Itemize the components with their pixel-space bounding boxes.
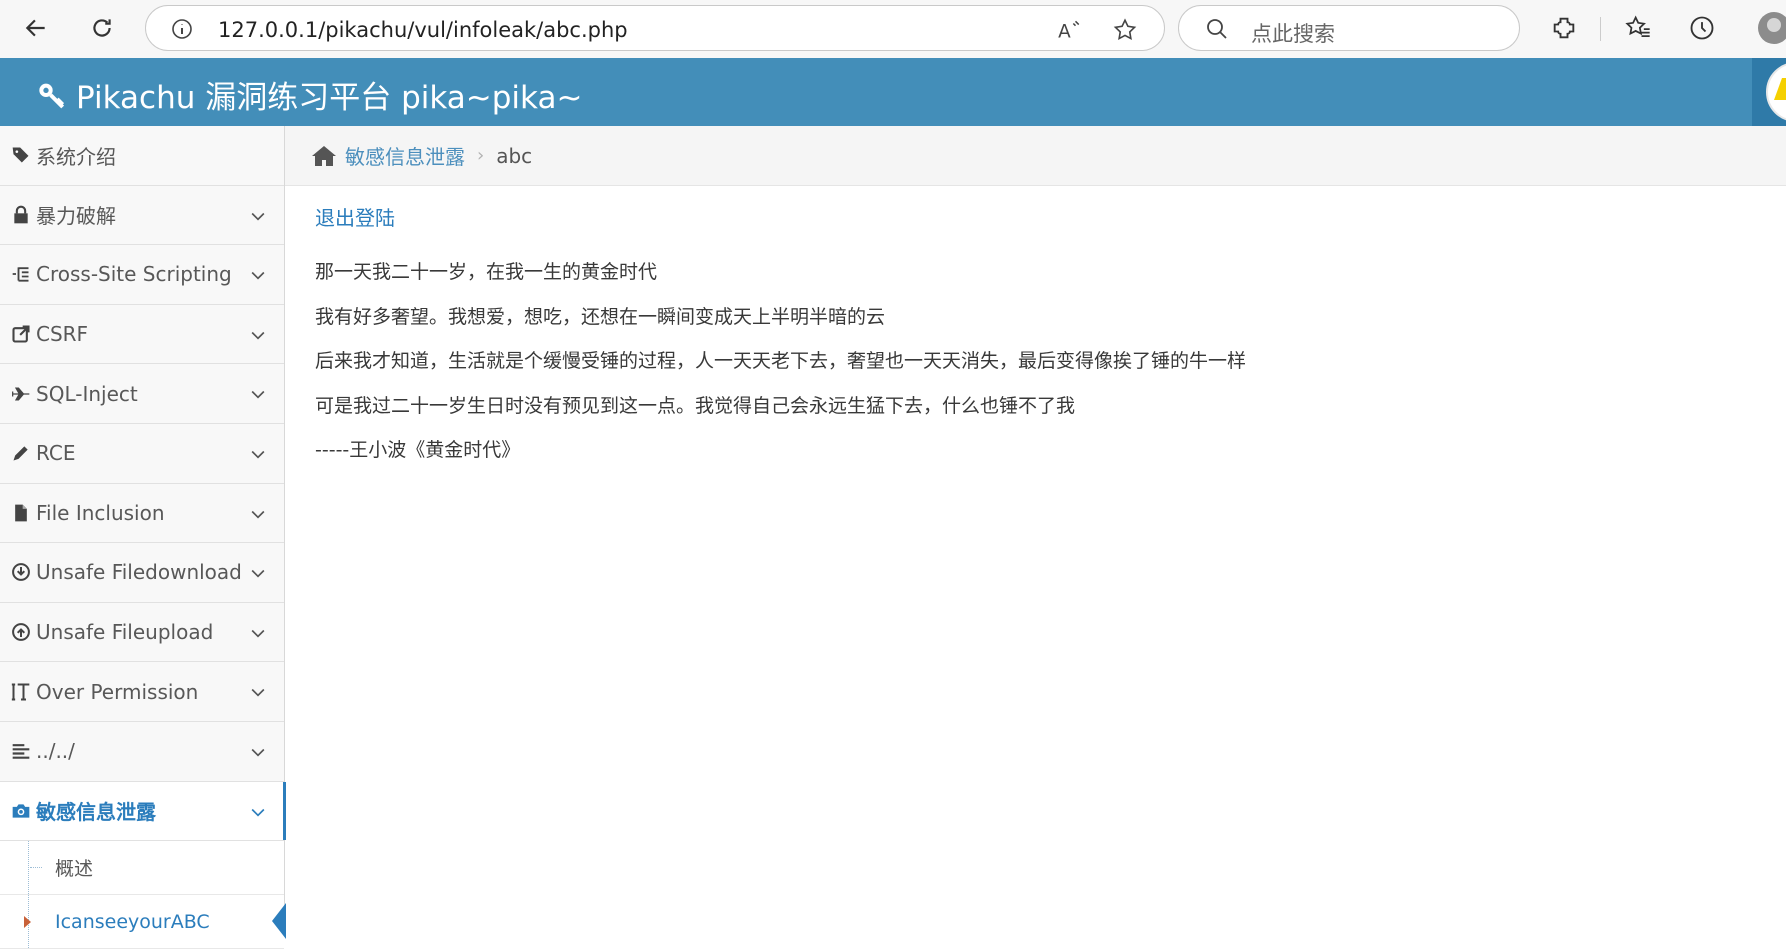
- tree-line: [28, 841, 29, 895]
- breadcrumb: 敏感信息泄露 › abc: [285, 126, 1786, 186]
- chevron-down-icon: [251, 391, 265, 399]
- chevron-down-icon: [251, 748, 265, 757]
- sidebar-item-label: ../../: [36, 739, 75, 764]
- app-title[interactable]: Pikachu 漏洞练习平台 pika~pika~: [36, 72, 582, 117]
- chevron-down-icon: [251, 689, 265, 697]
- reload-icon: [93, 19, 111, 37]
- address-bar[interactable]: 127.0.0.1/pikachu/vul/infoleak/abc.php A: [145, 5, 1165, 51]
- poem-line: 可是我过二十一岁生日时没有预见到这一点。我觉得自己会永远生猛下去，什么也锤不了我: [315, 394, 1076, 417]
- sidebar-item-path-traversal[interactable]: ../../: [0, 721, 284, 782]
- browser-toolbar: 127.0.0.1/pikachu/vul/infoleak/abc.php A…: [0, 0, 1786, 58]
- camera-icon: [10, 800, 32, 822]
- sidebar-item-xss[interactable]: Cross-Site Scripting: [0, 245, 284, 305]
- search-placeholder[interactable]: 点此搜索: [1251, 18, 1335, 48]
- sidebar-subitem-icanseeyourabc[interactable]: IcanseeyourABC: [0, 895, 286, 949]
- plane-icon: [10, 383, 32, 405]
- text-height-icon: [10, 681, 32, 703]
- sidebar-item-label: 暴力破解: [36, 204, 116, 229]
- chevron-down-icon: [251, 212, 265, 221]
- share-icon: [10, 323, 32, 345]
- logout-link[interactable]: 退出登陆: [315, 202, 395, 231]
- poem-line: 后来我才知道，生活就是个缓慢受锤的过程，人一天天老下去，奢望也一天天消失，最后变…: [315, 350, 1247, 372]
- pencil-icon: [10, 442, 32, 464]
- sidebar-item-label: File Inclusion: [36, 500, 165, 525]
- sidebar-item-label: Unsafe Fileupload: [36, 620, 214, 645]
- sidebar-subitem-label: 概述: [55, 858, 94, 881]
- sidebar-item-label: RCE: [36, 441, 76, 466]
- poem-line: 我有好多奢望。我想爱，想吃，还想在一瞬间变成天上半明半暗的云: [315, 305, 886, 328]
- chevron-down-icon: [251, 570, 265, 578]
- lock-icon: [10, 204, 32, 226]
- favorites-icon[interactable]: [1624, 14, 1652, 42]
- active-indicator: [272, 903, 286, 940]
- sidebar-item-label: 系统介绍: [36, 144, 116, 169]
- home-icon[interactable]: [311, 144, 337, 168]
- sidebar-item-brute-force[interactable]: 暴力破解: [0, 185, 284, 246]
- poem-attribution: -----王小波《黄金时代》: [315, 439, 521, 461]
- breadcrumb-current: abc: [496, 143, 533, 168]
- extensions-icon[interactable]: [1550, 14, 1578, 42]
- chevron-down-icon: [251, 510, 265, 519]
- poem-line: 那一天我二十一岁，在我一生的黄金时代: [315, 261, 658, 283]
- sidebar-item-rce[interactable]: RCE: [0, 423, 284, 484]
- app-title-text: Pikachu 漏洞练习平台 pika~pika~: [76, 80, 583, 116]
- info-icon[interactable]: [170, 17, 194, 41]
- sidebar-subitem-label: IcanseeyourABC: [55, 910, 210, 933]
- download-icon: [10, 561, 32, 583]
- back-button[interactable]: [18, 10, 54, 46]
- file-icon: [10, 502, 32, 524]
- app-header: Pikachu 漏洞练习平台 pika~pika~: [0, 58, 1786, 126]
- chevron-down-icon: [251, 450, 265, 459]
- list-icon: [10, 263, 32, 285]
- sidebar-item-unsafe-fileupload[interactable]: Unsafe Fileupload: [0, 602, 284, 663]
- back-arrow-icon: [25, 19, 45, 37]
- sidebar-item-label: 敏感信息泄露: [36, 800, 156, 825]
- chevron-down-icon: [251, 629, 265, 638]
- sidebar-item-label: Over Permission: [36, 679, 199, 704]
- sidebar-item-unsafe-filedownload[interactable]: Unsafe Filedownload: [0, 543, 284, 603]
- chevron-down-icon: [251, 331, 265, 340]
- toolbar-divider: [1600, 17, 1601, 41]
- sidebar-item-info-leak[interactable]: 敏感信息泄露: [0, 781, 286, 842]
- read-aloud-icon[interactable]: A: [1056, 17, 1082, 43]
- sidebar: 系统介绍 暴力破解 Cross-Site Scripting CSRF SQL-…: [0, 126, 286, 949]
- history-icon[interactable]: [1688, 14, 1716, 42]
- reload-button[interactable]: [84, 10, 120, 46]
- breadcrumb-link-info-leak[interactable]: 敏感信息泄露: [345, 141, 465, 170]
- tree-dash: [30, 867, 42, 869]
- tags-icon: [10, 144, 32, 166]
- sidebar-item-label: Unsafe Filedownload: [36, 560, 242, 585]
- breadcrumb-separator-icon: ›: [477, 145, 485, 166]
- sidebar-item-sql-inject[interactable]: SQL-Inject: [0, 364, 284, 424]
- sidebar-item-file-inclusion[interactable]: File Inclusion: [0, 483, 284, 544]
- sidebar-item-csrf[interactable]: CSRF: [0, 304, 284, 365]
- svg-text:A: A: [1058, 22, 1071, 43]
- key-icon: [39, 83, 65, 108]
- align-left-icon: [10, 740, 32, 762]
- sidebar-item-label: CSRF: [36, 322, 89, 347]
- url-text[interactable]: 127.0.0.1/pikachu/vul/infoleak/abc.php: [218, 18, 628, 42]
- sidebar-item-over-permission[interactable]: Over Permission: [0, 662, 284, 722]
- caret-right-icon: [24, 916, 31, 929]
- sidebar-item-label: SQL-Inject: [36, 381, 138, 406]
- search-box[interactable]: 点此搜索: [1178, 5, 1520, 51]
- sidebar-item-label: Cross-Site Scripting: [36, 262, 232, 287]
- chevron-down-icon: [251, 808, 265, 817]
- sidebar-subitem-overview[interactable]: 概述: [0, 841, 284, 896]
- sidebar-item-intro[interactable]: 系统介绍: [0, 126, 284, 186]
- profile-avatar[interactable]: [1758, 12, 1786, 44]
- poem-content: 那一天我二十一岁，在我一生的黄金时代 我有好多奢望。我想爱，想吃，还想在一瞬间变…: [315, 260, 1246, 483]
- search-icon: [1207, 19, 1227, 39]
- chevron-down-icon: [251, 272, 265, 280]
- favorite-star-icon[interactable]: [1112, 17, 1138, 43]
- upload-icon: [10, 621, 32, 643]
